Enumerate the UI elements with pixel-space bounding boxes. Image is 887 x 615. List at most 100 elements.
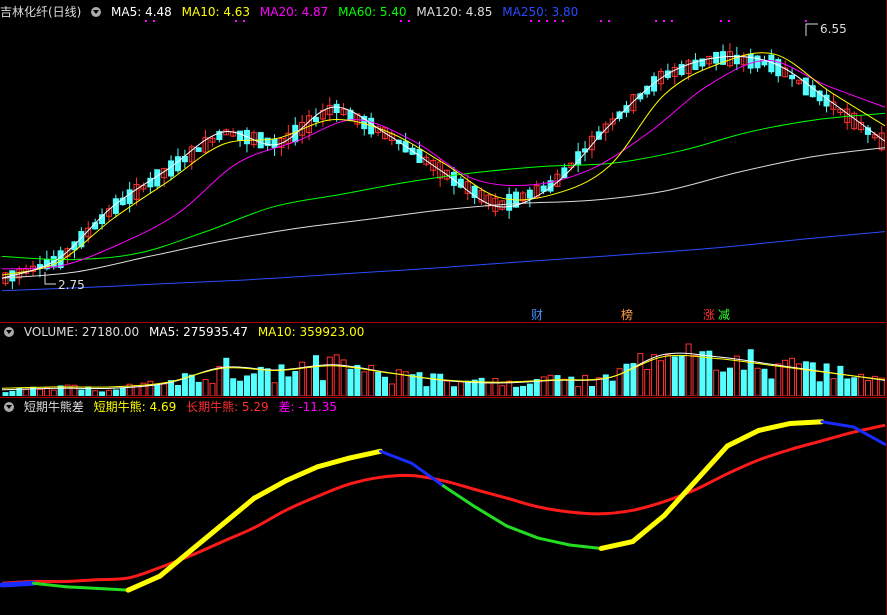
volume-bar [478,377,485,396]
short-bull-bear-segment [188,521,226,553]
volume-bar [326,356,333,396]
indicator-header: 短期牛熊差 短期牛熊: 4.69 长期牛熊: 5.29 差: -11.35 [0,399,343,415]
signal-dots [145,20,807,22]
volume-bar [271,382,278,396]
volume-bar [354,364,361,396]
marker-bang[interactable]: 榜 [621,308,633,322]
volume-bar [361,371,368,396]
short-bull-bear-segment [756,420,793,433]
volume-bar [609,380,616,396]
volume-bar [57,385,64,396]
volume-bar [802,361,809,396]
candle-body [506,194,513,211]
volume-bar [623,363,630,396]
volume-bar [188,374,195,396]
volume-label: VOLUME: 27180.00 [23,325,140,339]
volume-bar [216,365,223,396]
ma10-line [1,52,886,276]
volume-bar [237,380,244,396]
signal-dot [145,20,147,22]
volume-bar [92,390,99,396]
volume-bar [264,368,271,396]
signal-dot [671,20,673,22]
volume-bar [223,357,230,396]
signal-dot [408,20,410,22]
short-bull-bear-segment [536,536,572,547]
candle-body [195,147,202,152]
volume-bar [492,378,499,396]
signal-dot [235,20,237,22]
collapse-icon[interactable] [4,327,14,337]
volume-ma10-label: MA10: 359923.00 [257,325,365,339]
volume-bar [147,380,154,396]
volume-bar [457,381,464,396]
marker-cai[interactable]: 财 [531,308,543,322]
volume-bar [319,380,326,396]
volume-bar [733,355,740,396]
candle-body [126,189,133,204]
short-bull-bear-segment [283,464,320,484]
price-chart[interactable] [0,0,887,322]
volume-bar [644,368,651,396]
short-bull-bear-segment [568,543,603,550]
volume-ma5-label: MA5: 275935.47 [149,325,248,339]
volume-bar [444,380,451,396]
volume-bars [2,343,885,396]
collapse-icon[interactable] [4,402,14,412]
signal-dot [153,20,155,22]
signal-dot [728,20,730,22]
candle-body [651,76,658,92]
signal-dot [720,20,722,22]
low-label-leader [44,272,56,285]
volume-bar [313,355,319,396]
volume-bar [250,373,257,396]
volume-bar [823,363,830,396]
volume-bar [499,385,506,396]
candle-body [802,77,809,96]
signal-dot [546,20,548,22]
ma120-line [1,147,886,279]
volume-bar [658,360,664,396]
volume-bar [50,389,57,396]
volume-bar [423,386,430,396]
volume-bar [540,376,547,396]
volume-bar [720,371,727,396]
candle-body [271,138,278,149]
volume-bar [257,366,264,396]
volume-bar [513,386,520,396]
volume-bar [244,375,250,396]
volume-bar [333,354,340,396]
short-bull-bear-segment [63,585,99,590]
volume-bar [589,386,595,396]
volume-bar [382,376,388,396]
candle-body [112,198,119,214]
volume-bar [388,383,395,396]
volume-bar [119,388,126,396]
low-price-label: 2.75 [58,278,85,292]
volume-chart[interactable] [0,340,887,396]
volume-bar [306,366,313,396]
volume-bar [506,380,513,396]
candle-body [312,116,319,123]
candle-body [154,169,161,187]
volume-bar [347,368,354,396]
short-bull-bear-segment [598,539,636,551]
indicator-chart[interactable] [0,415,887,615]
volume-bar [161,383,168,396]
bull-bear-lines [0,419,887,593]
volume-bar [409,374,416,396]
volume-bar [485,382,492,396]
marker-jian[interactable]: 减 [718,308,730,322]
volume-bar [664,354,671,396]
candle-body [333,103,340,114]
volume-bar [699,351,706,396]
marker-zhang[interactable]: 涨 [703,308,715,322]
candle-body [789,74,796,80]
high-label-leader [805,23,818,36]
volume-bar [575,386,582,396]
volume-bar [37,388,43,396]
panel-separator [0,322,887,323]
short-bull-bear-segment [220,495,257,527]
volume-bar [561,378,568,396]
moving-average-lines [1,52,886,292]
